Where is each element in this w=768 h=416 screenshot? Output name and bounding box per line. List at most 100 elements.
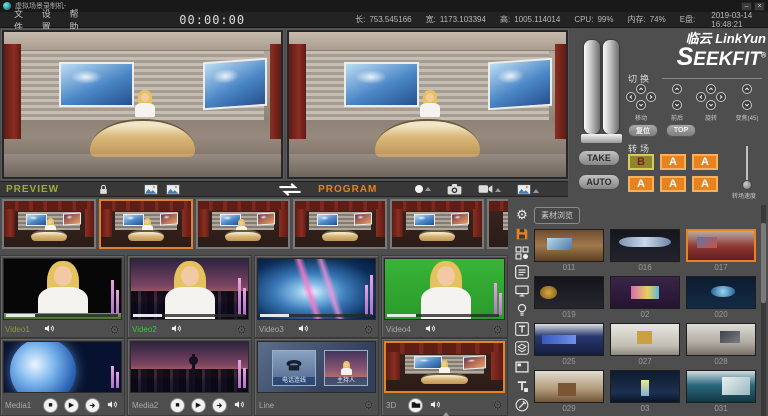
menu-help[interactable]: 帮助	[70, 7, 84, 33]
image-overlay-icon[interactable]	[144, 184, 158, 195]
playlist-icon[interactable]	[515, 264, 530, 279]
image-overlay2-icon[interactable]	[166, 184, 180, 195]
slider-knob[interactable]	[742, 180, 752, 190]
transition-a2-button[interactable]: A	[660, 154, 686, 170]
menu-file[interactable]: 文件	[14, 7, 28, 33]
transition-speed-slider[interactable]	[746, 146, 748, 188]
dolly-back-button[interactable]	[672, 100, 682, 110]
transition-a5-button[interactable]: A	[660, 176, 686, 192]
top-button[interactable]: TOP	[666, 124, 696, 137]
play-button[interactable]: ▶	[64, 398, 79, 413]
gallery-item[interactable]: 02	[610, 276, 680, 320]
gear-icon[interactable]: ⚙	[492, 324, 503, 336]
speaker-icon[interactable]	[297, 323, 309, 336]
frame-icon[interactable]	[515, 359, 530, 374]
scene3d-thumb[interactable]	[384, 341, 505, 393]
text-box-icon[interactable]	[515, 321, 530, 336]
stamp-icon[interactable]	[515, 397, 530, 412]
rotate-right-button[interactable]	[716, 92, 726, 102]
gallery-scrollbar[interactable]	[761, 205, 766, 416]
rotate-up-button[interactable]	[706, 84, 716, 94]
gear-icon[interactable]: ⚙	[109, 324, 120, 336]
transition-a3-button[interactable]: A	[692, 154, 718, 170]
take-button[interactable]: TAKE	[578, 150, 620, 166]
gallery-item[interactable]: 028	[686, 323, 756, 367]
gear-icon[interactable]: ⚙	[492, 399, 503, 411]
gallery-item[interactable]: 03	[610, 370, 680, 414]
media1-thumb[interactable]	[3, 341, 122, 393]
gallery-item[interactable]: 020	[686, 276, 756, 320]
menu-settings[interactable]: 设置	[42, 7, 56, 33]
picture-output-icon[interactable]	[517, 184, 539, 195]
video-capture-icon[interactable]	[478, 184, 501, 194]
gallery-item-selected[interactable]: 017	[686, 229, 756, 273]
settings-gear-icon[interactable]: ⚙	[515, 207, 530, 222]
scene-thumb-6[interactable]	[487, 199, 508, 249]
move-up-button[interactable]	[636, 84, 646, 94]
transition-a4-button[interactable]: A	[628, 176, 654, 192]
gallery-item[interactable]: 027	[610, 323, 680, 367]
gear-icon[interactable]: ⚙	[236, 324, 247, 336]
multiview-icon[interactable]	[515, 245, 530, 260]
gallery-item[interactable]: 029	[534, 370, 604, 414]
gear-icon[interactable]: ⚙	[363, 324, 374, 336]
speaker-icon[interactable]	[170, 323, 182, 336]
close-button[interactable]: ×	[754, 2, 765, 11]
stop-button[interactable]: ■	[170, 398, 185, 413]
tbar-handle-left[interactable]	[584, 40, 600, 134]
gallery-item[interactable]: 031	[686, 370, 756, 414]
stop-button[interactable]: ■	[43, 398, 58, 413]
lock-icon[interactable]	[99, 184, 108, 195]
next-button[interactable]	[85, 398, 100, 413]
monitor-icon[interactable]	[515, 283, 530, 298]
material-browse-tab[interactable]: 素材浏览	[534, 207, 580, 224]
gallery-item[interactable]: 016	[610, 229, 680, 273]
speaker-icon[interactable]	[424, 323, 436, 336]
host-button[interactable]: 主持人	[324, 350, 368, 386]
snapshot-camera-icon[interactable]	[447, 183, 462, 195]
dolly-forward-button[interactable]	[672, 84, 682, 94]
reset-button[interactable]: 复位	[628, 124, 658, 137]
gallery-item[interactable]: 025	[534, 323, 604, 367]
phone-line-button[interactable]: 电话连线	[272, 350, 316, 386]
speaker-icon[interactable]	[233, 399, 245, 412]
media2-thumb[interactable]	[130, 341, 249, 393]
scrollbar-thumb[interactable]	[761, 223, 766, 303]
transition-b1-button[interactable]: B	[628, 154, 654, 170]
subtitle-icon[interactable]	[515, 378, 530, 393]
rotate-down-button[interactable]	[706, 100, 716, 110]
rotate-left-button[interactable]	[696, 92, 706, 102]
minimize-button[interactable]: –	[741, 2, 752, 11]
video4-thumb[interactable]	[384, 258, 505, 320]
video3-thumb[interactable]	[257, 258, 376, 320]
save-icon[interactable]	[515, 226, 530, 241]
move-left-button[interactable]	[626, 92, 636, 102]
tbar-handle-right[interactable]	[603, 40, 619, 134]
speaker-icon[interactable]	[43, 323, 55, 336]
video1-thumb[interactable]	[3, 258, 122, 320]
speaker-icon[interactable]	[429, 399, 449, 412]
zoom-out-button[interactable]	[742, 100, 752, 110]
scene-thumb-2-selected[interactable]	[99, 199, 193, 249]
layers-icon[interactable]	[515, 340, 530, 355]
speaker-icon[interactable]	[106, 399, 118, 412]
light-icon[interactable]	[515, 302, 530, 317]
move-right-button[interactable]	[646, 92, 656, 102]
auto-button[interactable]: AUTO	[578, 174, 620, 190]
scene-thumb-5[interactable]	[390, 199, 484, 249]
transition-a6-button[interactable]: A	[692, 176, 718, 192]
gallery-item[interactable]: 019	[534, 276, 604, 320]
gallery-item[interactable]: 011	[534, 229, 604, 273]
next-button[interactable]	[212, 398, 227, 413]
scene-thumb-3[interactable]	[196, 199, 290, 249]
folder-button[interactable]	[408, 398, 423, 413]
video2-thumb[interactable]	[130, 258, 249, 320]
move-down-button[interactable]	[636, 100, 646, 110]
scene-thumb-4[interactable]	[293, 199, 387, 249]
scene-thumb-1[interactable]	[2, 199, 96, 249]
gear-icon[interactable]: ⚙	[363, 399, 374, 411]
swap-icon[interactable]	[276, 183, 304, 196]
play-button[interactable]: ▶	[191, 398, 206, 413]
record-icon[interactable]	[415, 185, 431, 193]
zoom-in-button[interactable]	[742, 84, 752, 94]
